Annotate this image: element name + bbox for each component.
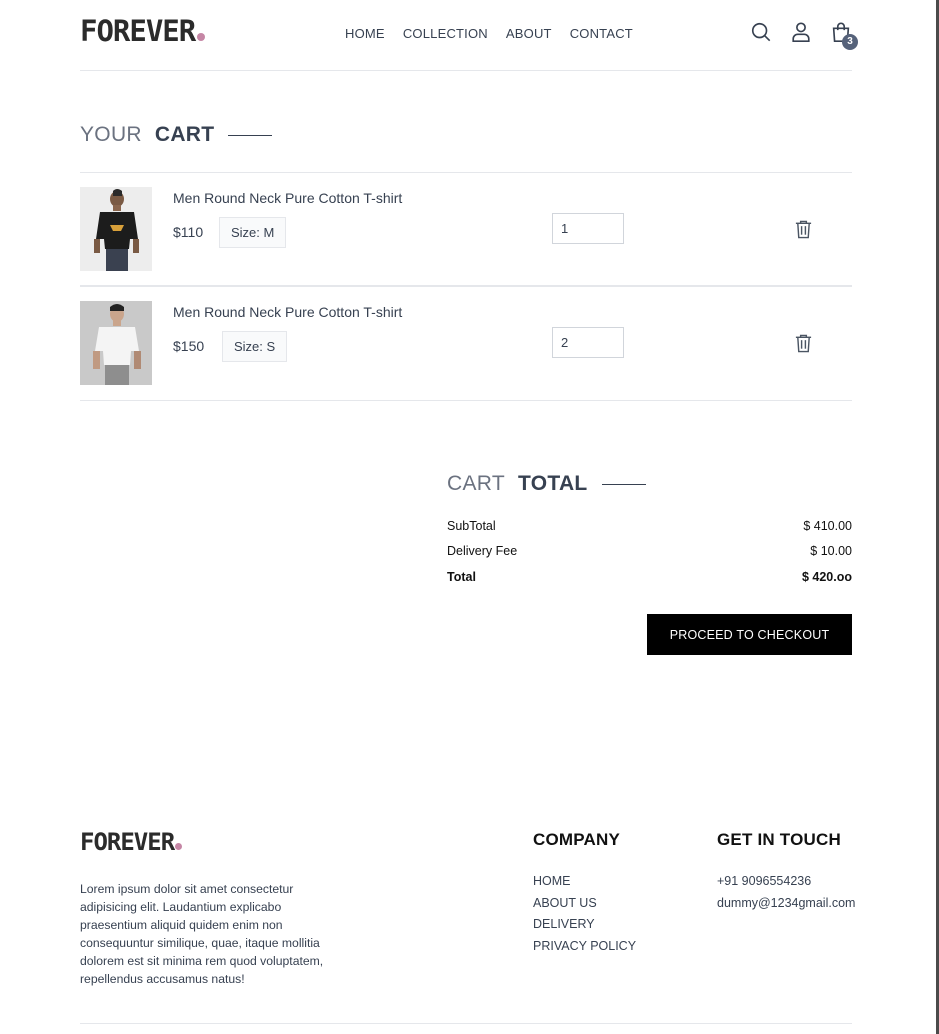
delivery-fee-value: $ 10.00 [810,544,852,558]
cart-heading-light: YOUR [80,123,142,146]
footer-company-links: HOME ABOUT US DELIVERY PRIVACY POLICY [533,872,636,959]
cart-heading-bold: CART [154,123,215,146]
brand-logo-text: FOREVER [80,14,196,48]
subtotal-label: SubTotal [447,519,496,533]
cart-total-section: CART TOTAL SubTotal $ 410.00 Delivery Fee… [447,472,852,655]
total-row: Total $ 420.oo [447,570,852,585]
heading-rule [228,134,273,136]
search-icon[interactable] [750,20,772,46]
footer-divider [80,1023,852,1024]
subtotal-row: SubTotal $ 410.00 [447,519,852,534]
product-price: $150 [173,338,205,354]
footer-logo-dot [175,843,183,850]
footer-link-about-us[interactable]: ABOUT US [533,894,636,916]
cart-total-heading-light: CART [447,472,505,495]
cart-items-list: Men Round Neck Pure Cotton T-shirt $110 … [80,172,852,401]
trash-icon[interactable] [794,333,813,353]
delivery-fee-row: Delivery Fee $ 10.00 [447,544,852,559]
footer-link-privacy-policy[interactable]: PRIVACY POLICY [533,937,636,959]
header-actions: 3 [750,20,858,50]
subtotal-value: $ 410.00 [803,519,852,533]
product-size-badge: Size: M [219,217,287,248]
cart-count-badge: 3 [842,34,858,50]
footer-phone: +91 9096554236 [717,874,812,888]
brand-logo[interactable]: FOREVER [80,14,206,48]
user-icon[interactable] [790,20,812,46]
total-label: Total [447,570,476,584]
black-tshirt-photo [80,187,152,271]
footer-email: dummy@1234gmail.com [717,895,856,910]
product-size-badge: Size: S [222,331,288,362]
heading-rule [601,483,646,485]
footer-link-delivery[interactable]: DELIVERY [533,915,636,937]
product-name[interactable]: Men Round Neck Pure Cotton T-shirt [173,304,402,320]
cart-item-row: Men Round Neck Pure Cotton T-shirt $110 … [80,173,852,287]
cart-heading: YOUR CART [80,123,273,147]
total-value: $ 420.oo [801,570,852,584]
footer-link-home[interactable]: HOME [533,872,636,894]
footer-logo-text: FOREVER [80,828,175,856]
nav-collection-link[interactable]: COLLECTION [403,26,488,41]
footer-company-heading: COMPANY [533,830,621,849]
nav-home-link[interactable]: HOME [345,26,385,41]
nav-contact-link[interactable]: CONTACT [570,26,633,41]
trash-icon[interactable] [794,219,813,239]
cart-total-heading: CART TOTAL [447,472,852,496]
footer-contact-heading: GET IN TOUCH [717,830,841,849]
quantity-input[interactable] [552,213,624,244]
proceed-to-checkout-button[interactable]: PROCEED TO CHECKOUT [647,614,852,655]
shopping-bag-icon[interactable]: 3 [830,20,858,50]
main-nav: HOME COLLECTION ABOUT CONTACT [345,26,633,41]
white-tshirt-photo [80,301,152,385]
quantity-input[interactable] [552,327,624,358]
cart-total-heading-bold: TOTAL [518,472,588,495]
delivery-fee-label: Delivery Fee [447,544,518,558]
nav-about-link[interactable]: ABOUT [506,26,552,41]
cart-item-row: Men Round Neck Pure Cotton T-shirt $150 … [80,287,852,401]
product-name[interactable]: Men Round Neck Pure Cotton T-shirt [173,190,402,206]
footer-logo[interactable]: FOREVER [80,828,183,856]
footer-description: Lorem ipsum dolor sit amet consectetur a… [80,882,324,986]
brand-logo-dot [197,33,206,41]
site-header: FOREVER HOME COLLECTION ABOUT CONTACT 3 [80,0,858,71]
footer-contact-info: +91 9096554236 dummy@1234gmail.com [717,872,855,915]
product-price: $110 [173,224,204,240]
